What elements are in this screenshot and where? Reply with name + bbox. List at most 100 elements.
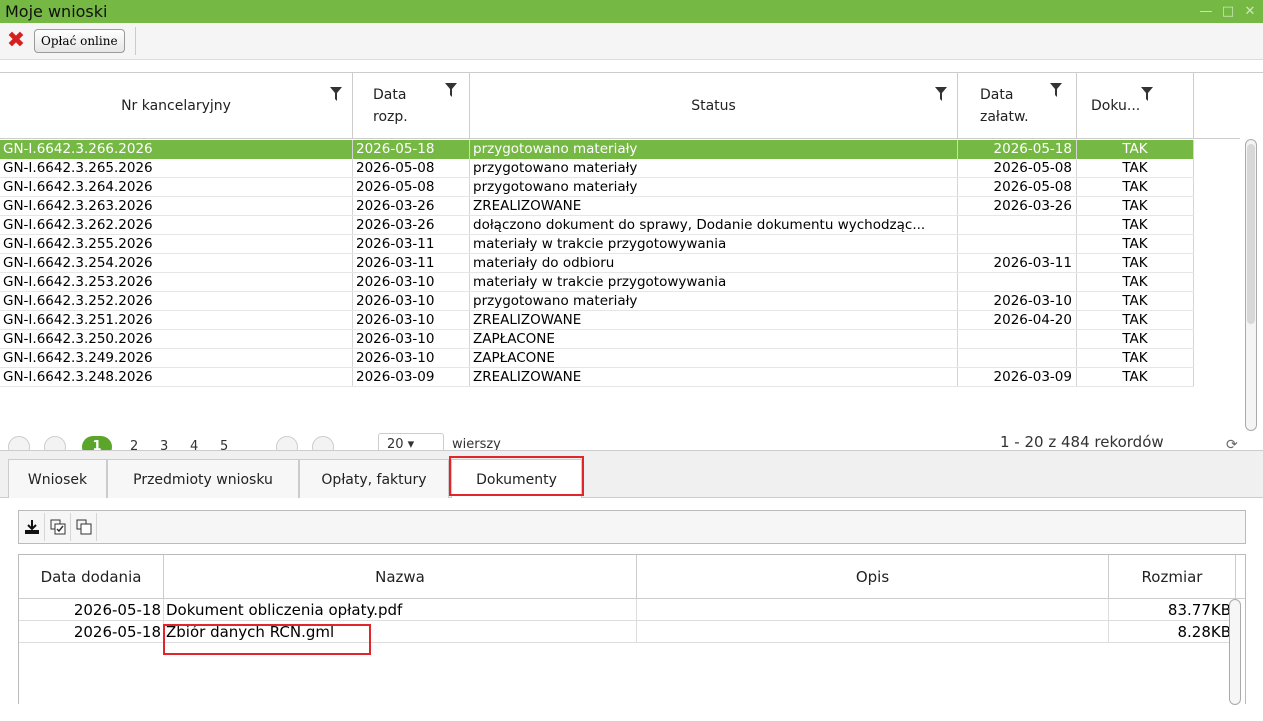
table-row[interactable]: GN-I.6642.3.265.2026 2026-05-08 przygotowa… (0, 159, 1194, 178)
cell-nr: GN-I.6642.3.265.2026 (0, 159, 353, 177)
cell-status: dołączono dokument do sprawy, Dodanie do… (470, 216, 958, 234)
cell-data-zalatw: 2026-05-08 (958, 159, 1077, 177)
filter-icon[interactable] (330, 87, 342, 101)
list-item[interactable]: 2026-05-18 Zbiór danych RCN.gml 8.28KB (19, 621, 1236, 643)
filter-icon[interactable] (445, 83, 457, 97)
grid-body: GN-I.6642.3.266.2026 2026-05-18 przygotowa… (0, 140, 1194, 387)
filter-icon[interactable] (1141, 87, 1153, 101)
detail-tabs: Wniosek Przedmioty wniosku Opłaty, faktu… (0, 450, 1263, 500)
cell-data-rozp: 2026-05-08 (353, 159, 470, 177)
tab-przedmioty-wniosku[interactable]: Przedmioty wniosku (107, 459, 299, 499)
cell-status: ZREALIZOWANE (470, 197, 958, 215)
column-header-nr[interactable]: Nr kancelaryjny (0, 73, 353, 138)
cell-status: ZAPŁACONE (470, 330, 958, 348)
cell-nr: GN-I.6642.3.249.2026 (0, 349, 353, 367)
column-header-opis[interactable]: Opis (637, 555, 1109, 598)
cell-status: przygotowano materiały (470, 178, 958, 196)
rows-per-page-label: wierszy (452, 437, 501, 451)
table-row[interactable]: GN-I.6642.3.264.2026 2026-05-08 przygotowa… (0, 178, 1194, 197)
cell-data-rozp: 2026-03-10 (353, 273, 470, 291)
cell-dokumenty: TAK (1077, 349, 1194, 367)
table-row[interactable]: GN-I.6642.3.255.2026 2026-03-11 materiały … (0, 235, 1194, 254)
cell-nazwa: Dokument obliczenia opłaty.pdf (164, 599, 637, 620)
table-row[interactable]: GN-I.6642.3.248.2026 2026-03-09 ZREALIZOWA… (0, 368, 1194, 387)
cell-status: przygotowano materiały (470, 159, 958, 177)
minimize-icon[interactable]: — (1199, 4, 1213, 19)
window-title: Moje wnioski (5, 2, 108, 21)
cell-data-rozp: 2026-05-08 (353, 178, 470, 196)
tab-oplaty-faktury[interactable]: Opłaty, faktury (299, 459, 449, 499)
cell-dokumenty: TAK (1077, 292, 1194, 310)
column-header-rozmiar[interactable]: Rozmiar (1109, 555, 1236, 598)
cell-nr: GN-I.6642.3.266.2026 (0, 140, 353, 159)
filter-icon[interactable] (935, 87, 947, 101)
next-page-button[interactable] (276, 436, 298, 451)
cell-rozmiar: 83.77KB (1109, 599, 1236, 620)
cell-dokumenty: TAK (1077, 159, 1194, 177)
page-current[interactable]: 1 (82, 436, 112, 451)
cell-data-rozp: 2026-05-18 (353, 140, 470, 159)
prev-page-button[interactable] (44, 436, 66, 451)
column-header-status[interactable]: Status (470, 73, 958, 138)
cell-data-dodania: 2026-05-18 (19, 621, 164, 642)
documents-toolbar (18, 510, 1246, 544)
tab-wniosek[interactable]: Wniosek (8, 459, 107, 499)
table-row[interactable]: GN-I.6642.3.251.2026 2026-03-10 ZREALIZOWA… (0, 311, 1194, 330)
table-row[interactable]: GN-I.6642.3.262.2026 2026-03-26 dołączono … (0, 216, 1194, 235)
documents-grid-body: 2026-05-18 Dokument obliczenia opłaty.pdf… (19, 599, 1245, 643)
toolbar-separator (134, 27, 136, 55)
cell-dokumenty: TAK (1077, 311, 1194, 329)
cell-dokumenty: TAK (1077, 330, 1194, 348)
table-row[interactable]: GN-I.6642.3.253.2026 2026-03-10 materiały … (0, 273, 1194, 292)
cell-nr: GN-I.6642.3.251.2026 (0, 311, 353, 329)
cell-data-zalatw: 2026-03-26 (958, 197, 1077, 215)
cell-data-zalatw (958, 349, 1077, 367)
cell-nr: GN-I.6642.3.252.2026 (0, 292, 353, 310)
last-page-button[interactable] (312, 436, 334, 451)
column-header-nazwa[interactable]: Nazwa (164, 555, 637, 598)
cell-data-zalatw: 2026-03-10 (958, 292, 1077, 310)
grid-scrollbar[interactable] (1245, 139, 1257, 431)
cell-opis (637, 599, 1109, 620)
column-header-data-zalatw[interactable]: Data załatw. (958, 73, 1077, 138)
filter-icon[interactable] (1050, 83, 1062, 97)
cell-status: ZREALIZOWANE (470, 368, 958, 386)
documents-grid: Data dodania Nazwa Opis Rozmiar 2026-05-… (18, 554, 1246, 705)
table-row[interactable]: GN-I.6642.3.263.2026 2026-03-26 ZREALIZOWA… (0, 197, 1194, 216)
check-all-icon[interactable] (45, 513, 71, 541)
window-close-icon[interactable]: ✕ (1243, 4, 1257, 19)
cell-nr: GN-I.6642.3.262.2026 (0, 216, 353, 234)
table-row[interactable]: GN-I.6642.3.249.2026 2026-03-10 ZAPŁACONE T… (0, 349, 1194, 368)
table-row[interactable]: GN-I.6642.3.252.2026 2026-03-10 przygotowa… (0, 292, 1194, 311)
table-row[interactable]: GN-I.6642.3.250.2026 2026-03-10 ZAPŁACONE T… (0, 330, 1194, 349)
cell-status: ZAPŁACONE (470, 349, 958, 367)
cell-data-rozp: 2026-03-10 (353, 292, 470, 310)
column-header-dokumenty[interactable]: Doku... (1077, 73, 1194, 138)
select-icon[interactable] (71, 513, 97, 541)
cell-nazwa: Zbiór danych RCN.gml (164, 621, 637, 642)
tab-dokumenty[interactable]: Dokumenty (451, 459, 582, 500)
close-icon[interactable]: ✖ (4, 30, 28, 52)
table-row[interactable]: GN-I.6642.3.254.2026 2026-03-11 materiały … (0, 254, 1194, 273)
refresh-icon[interactable]: ⟳ (1226, 437, 1238, 451)
documents-scrollbar[interactable] (1229, 599, 1241, 705)
cell-data-zalatw: 2026-03-09 (958, 368, 1077, 386)
cell-data-rozp: 2026-03-26 (353, 197, 470, 215)
maximize-icon[interactable]: □ (1221, 4, 1235, 19)
download-icon[interactable] (19, 513, 45, 541)
first-page-button[interactable] (8, 436, 30, 451)
table-row[interactable]: GN-I.6642.3.266.2026 2026-05-18 przygotowa… (0, 140, 1194, 159)
pay-online-button[interactable]: Opłać online (34, 29, 125, 53)
rows-per-page-select[interactable]: 20 ▾ (378, 433, 444, 451)
cell-data-zalatw (958, 330, 1077, 348)
cell-data-zalatw (958, 216, 1077, 234)
column-header-data-dodania[interactable]: Data dodania (19, 555, 164, 598)
cell-status: materiały w trakcie przygotowywania (470, 235, 958, 253)
cell-opis (637, 621, 1109, 642)
cell-data-rozp: 2026-03-10 (353, 311, 470, 329)
scrollbar-thumb[interactable] (1247, 144, 1255, 324)
documents-panel: Data dodania Nazwa Opis Rozmiar 2026-05-… (0, 498, 1263, 721)
list-item[interactable]: 2026-05-18 Dokument obliczenia opłaty.pdf… (19, 599, 1236, 621)
cell-nr: GN-I.6642.3.264.2026 (0, 178, 353, 196)
column-header-data-rozp[interactable]: Data rozp. (353, 73, 470, 138)
